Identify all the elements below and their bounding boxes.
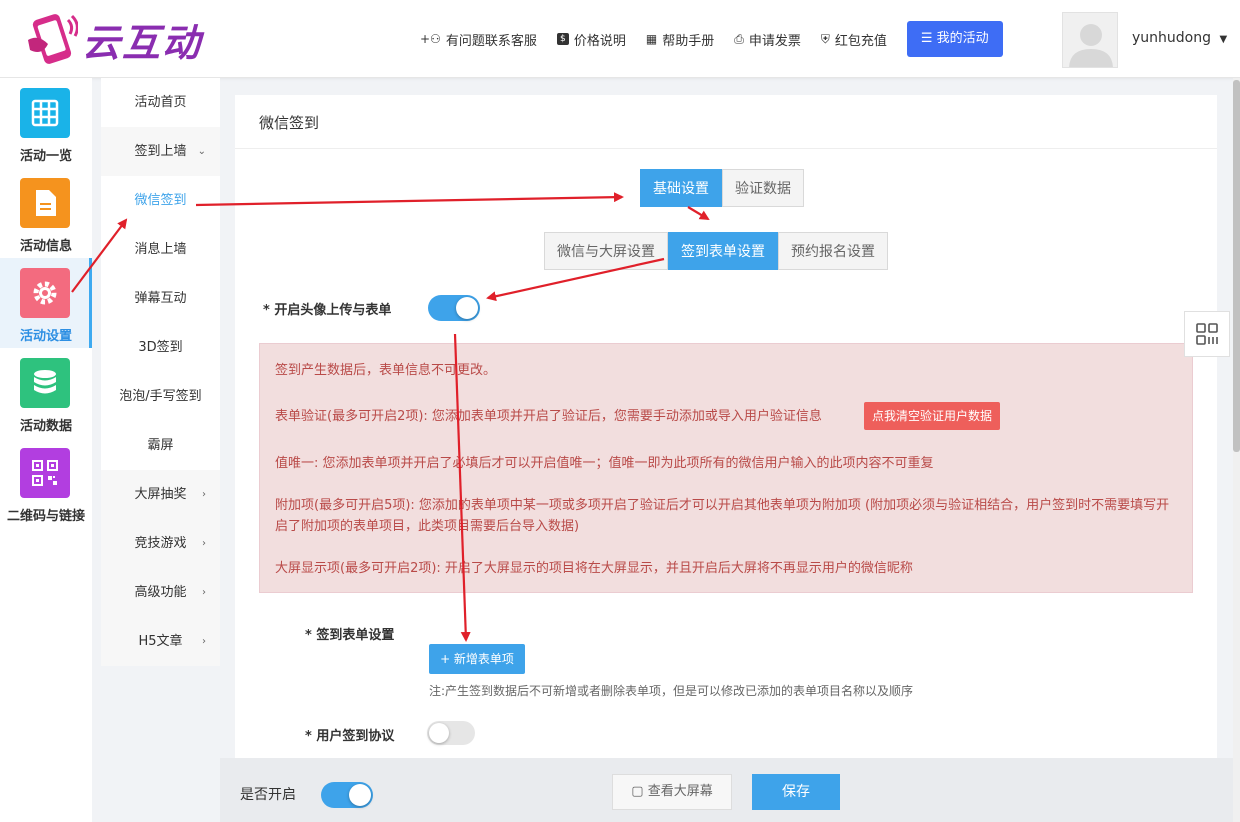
floating-qrcode-button[interactable] (1184, 311, 1230, 357)
save-button[interactable]: 保存 (752, 774, 840, 810)
document-icon (20, 178, 70, 228)
chevron-right-icon: › (202, 538, 206, 549)
signin-form-label: * 签到表单设置 (305, 628, 395, 643)
subnav-item-takeover[interactable]: 霸屏 (101, 421, 220, 470)
chevron-down-icon: ⌄ (197, 146, 206, 157)
subnav-item-lottery[interactable]: 大屏抽奖 › (101, 470, 220, 519)
subnav-item-h5-article[interactable]: H5文章 › (101, 617, 220, 666)
add-user-icon: +⚇ (420, 32, 441, 46)
secondary-tabs: 微信与大屏设置 签到表单设置 预约报名设置 (544, 232, 888, 270)
qrcode-icon (20, 448, 70, 498)
database-icon (20, 358, 70, 408)
main-card: 微信签到 基础设置 验证数据 微信与大屏设置 签到表单设置 预约报名设置 * 开… (235, 95, 1217, 795)
iconbar-item-settings[interactable]: 活动设置 (0, 258, 92, 348)
list-icon: ☰ (920, 31, 933, 46)
iconbar-item-info[interactable]: 活动信息 (0, 168, 92, 258)
iconbar-item-overview[interactable]: 活动一览 (0, 78, 92, 168)
pricing-link[interactable]: $ 价格说明 (556, 30, 626, 49)
chevron-right-icon: › (202, 587, 206, 598)
enable-label: 是否开启 (240, 787, 296, 803)
help-manual-link[interactable]: ▦ 帮助手册 (646, 30, 714, 49)
contact-support-link[interactable]: +⚇ 有问题联系客服 (420, 30, 537, 49)
top-nav: +⚇ 有问题联系客服 $ 价格说明 ▦ 帮助手册 ⎙ 申请发票 ⛨ 红包充值 ☰… (420, 21, 1003, 57)
my-activity-button[interactable]: ☰ 我的活动 (906, 21, 1003, 57)
username-dropdown[interactable]: yunhudong ▼ (1132, 30, 1227, 46)
iconbar-item-data[interactable]: 活动数据 (0, 348, 92, 438)
agreement-label: * 用户签到协议 (305, 729, 395, 744)
subnav-item-message-wall[interactable]: 消息上墙 (101, 225, 220, 274)
page-title: 微信签到 (259, 114, 320, 132)
gear-icon (20, 268, 70, 318)
view-big-screen-button[interactable]: ▢ 查看大屏幕 (612, 774, 732, 810)
form-note: 注:产生签到数据后不可新增或者删除表单项，但是可以修改已添加的表单项目名称以及顺… (429, 684, 914, 698)
subnav-item-signin-wall[interactable]: 签到上墙 ⌄ (101, 127, 220, 176)
iconbar-item-qrcode[interactable]: 二维码与链接 (0, 438, 92, 528)
subnav-item-advanced[interactable]: 高级功能 › (101, 568, 220, 617)
caret-down-icon: ▼ (1219, 34, 1228, 45)
clear-verify-data-button[interactable]: 点我清空验证用户数据 (864, 402, 1001, 430)
user-silhouette-icon (1069, 24, 1113, 67)
toggle-knob (456, 297, 478, 319)
agreement-toggle[interactable] (427, 721, 475, 745)
tab-basic-settings[interactable]: 基础设置 (640, 169, 722, 207)
book-icon: ▦ (645, 32, 658, 46)
subnav-item-bubble-signin[interactable]: 泡泡/手写签到 (101, 372, 220, 421)
title-divider (235, 148, 1217, 149)
toggle-knob (349, 784, 371, 806)
tab-reservation-settings[interactable]: 预约报名设置 (778, 232, 888, 270)
scrollbar-thumb[interactable] (1233, 80, 1240, 452)
left-icon-bar: 活动一览 活动信息 活动设置 活动数据 二维码与链接 (0, 78, 92, 822)
qrcode-icon (1196, 323, 1218, 345)
subnav-item-danmaku[interactable]: 弹幕互动 (101, 274, 220, 323)
avatar-form-toggle[interactable] (428, 295, 480, 321)
avatar-form-label: * 开启头像上传与表单 (263, 303, 392, 318)
subnav-item-wechat-signin[interactable]: 微信签到 (101, 176, 220, 225)
tab-signin-form-settings[interactable]: 签到表单设置 (668, 232, 778, 270)
subnav-item-home[interactable]: 活动首页 (101, 78, 220, 127)
bottom-action-bar: 是否开启 ▢ 查看大屏幕 保存 (220, 758, 1233, 822)
chevron-right-icon: › (202, 489, 206, 500)
add-form-item-button[interactable]: + 新增表单项 (429, 644, 525, 674)
enable-toggle[interactable] (321, 782, 373, 808)
red-packet-recharge-link[interactable]: ⛨ 红包充值 (821, 30, 887, 49)
chevron-right-icon: › (202, 636, 206, 647)
toggle-knob (429, 723, 449, 743)
dollar-icon: $ (556, 33, 569, 45)
subnav-item-3d-signin[interactable]: 3D签到 (101, 323, 220, 372)
alert-line-3: 值唯一: 您添加表单项并开启了必填后才可以开启值唯一；值唯一即为此项所有的微信用… (275, 456, 934, 471)
brand-name: 云互动 (82, 20, 203, 65)
invoice-link[interactable]: ⎙ 申请发票 (734, 30, 801, 49)
monitor-icon: ▢ (631, 784, 644, 799)
tab-wechat-screen-settings[interactable]: 微信与大屏设置 (544, 232, 668, 270)
printer-icon: ⎙ (734, 31, 744, 46)
subnav-item-games[interactable]: 竞技游戏 › (101, 519, 220, 568)
tab-verify-data[interactable]: 验证数据 (722, 169, 804, 207)
primary-tabs: 基础设置 验证数据 (640, 169, 804, 207)
phone-logo-icon (20, 10, 79, 68)
grid-icon (20, 88, 70, 138)
alert-line-2: 表单验证(最多可开启2项): 您添加表单项并开启了验证后，您需要手动添加或导入用… (275, 409, 822, 424)
notice-alert: 签到产生数据后，表单信息不可更改。 表单验证(最多可开启2项): 您添加表单项并… (259, 343, 1193, 593)
alert-line-4: 附加项(最多可开启5项): 您添加的表单项中某一项或多项开启了验证后才可以开启其… (275, 498, 1170, 534)
brand-logo[interactable]: 云互动 (20, 10, 202, 68)
top-header: 云互动 +⚇ 有问题联系客服 $ 价格说明 ▦ 帮助手册 ⎙ 申请发票 ⛨ 红包… (0, 0, 1240, 78)
avatar[interactable] (1062, 12, 1118, 68)
sub-nav: 活动首页 签到上墙 ⌄ 微信签到 消息上墙 弹幕互动 3D签到 泡泡/手写签到 霸… (101, 78, 220, 666)
alert-line-5: 大屏显示项(最多可开启2项): 开启了大屏显示的项目将在大屏显示，并且开启后大屏… (275, 561, 913, 576)
alert-line-1: 签到产生数据后，表单信息不可更改。 (275, 363, 497, 378)
shield-check-icon: ⛨ (820, 31, 830, 46)
